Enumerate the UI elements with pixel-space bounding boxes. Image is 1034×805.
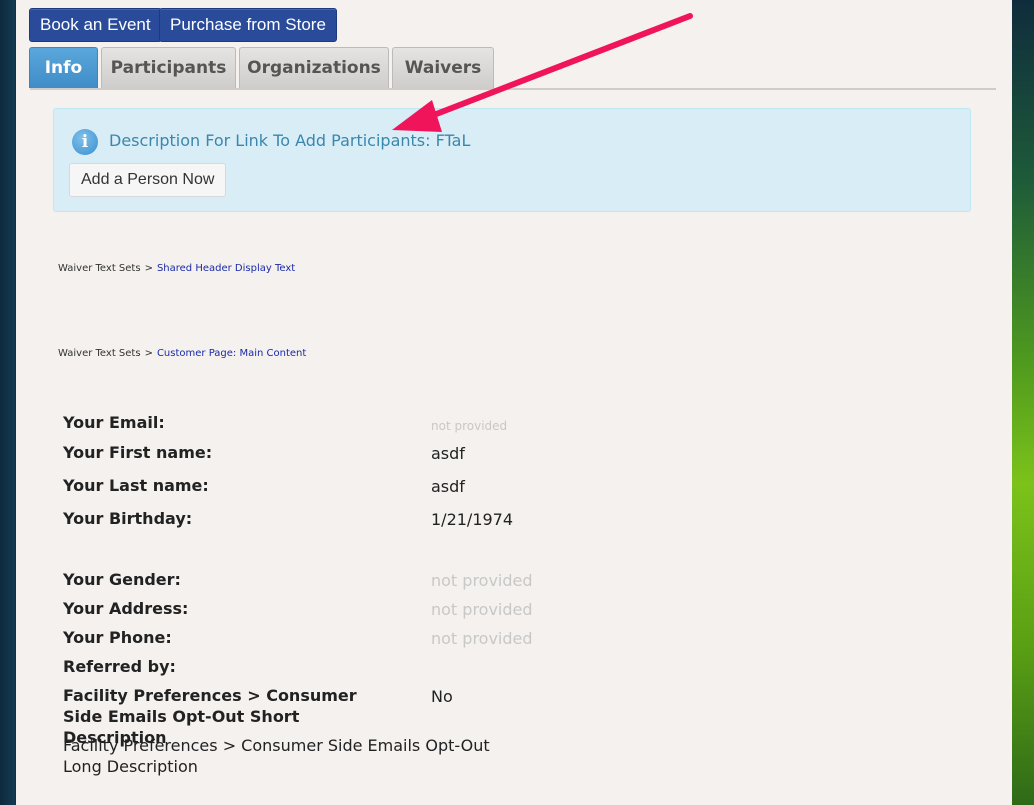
referred-label: Referred by: [63,657,176,676]
gender-label: Your Gender: [63,570,181,589]
breadcrumb-separator: > [144,348,153,359]
birthday-label: Your Birthday: [63,509,193,528]
tab-waivers[interactable]: Waivers [392,47,494,88]
birthday-value: 1/21/1974 [431,510,514,529]
last-name-value: asdf [431,477,465,496]
book-event-button[interactable]: Book an Event [29,8,162,42]
optout-long-label: Facility Preferences > Consumer Side Ema… [63,736,490,776]
address-label: Your Address: [63,599,189,618]
tab-info[interactable]: Info [29,47,98,88]
tab-organizations[interactable]: Organizations [239,47,389,88]
breadcrumb-link-main-content[interactable]: Customer Page: Main Content [157,348,306,359]
email-label: Your Email: [63,413,165,432]
gender-value: not provided [431,571,533,590]
breadcrumb: Waiver Text Sets > Customer Page: Main Con… [58,348,306,359]
first-name-label: Your First name: [63,443,213,462]
tab-participants[interactable]: Participants [101,47,236,88]
page-panel: Book an Event Purchase from Store Info P… [16,0,1012,805]
tabs-divider [30,88,996,90]
phone-value: not provided [431,629,533,648]
alert-description: Description For Link To Add Participants… [109,131,471,150]
info-icon: i [72,129,98,155]
first-name-value: asdf [431,444,465,463]
breadcrumb: Waiver Text Sets > Shared Header Display T… [58,263,295,274]
breadcrumb-link-shared-header[interactable]: Shared Header Display Text [157,263,295,274]
breadcrumb-root: Waiver Text Sets [58,263,141,274]
phone-label: Your Phone: [63,628,172,647]
purchase-store-button[interactable]: Purchase from Store [159,8,337,42]
optout-short-value: No [431,687,453,706]
email-value: not provided [431,419,508,433]
address-value: not provided [431,600,533,619]
last-name-label: Your Last name: [63,476,209,495]
breadcrumb-separator: > [144,263,153,274]
breadcrumb-root: Waiver Text Sets [58,348,141,359]
info-alert: i Description For Link To Add Participan… [53,108,971,212]
background-right-edge [1012,0,1034,805]
add-person-button[interactable]: Add a Person Now [69,163,227,197]
